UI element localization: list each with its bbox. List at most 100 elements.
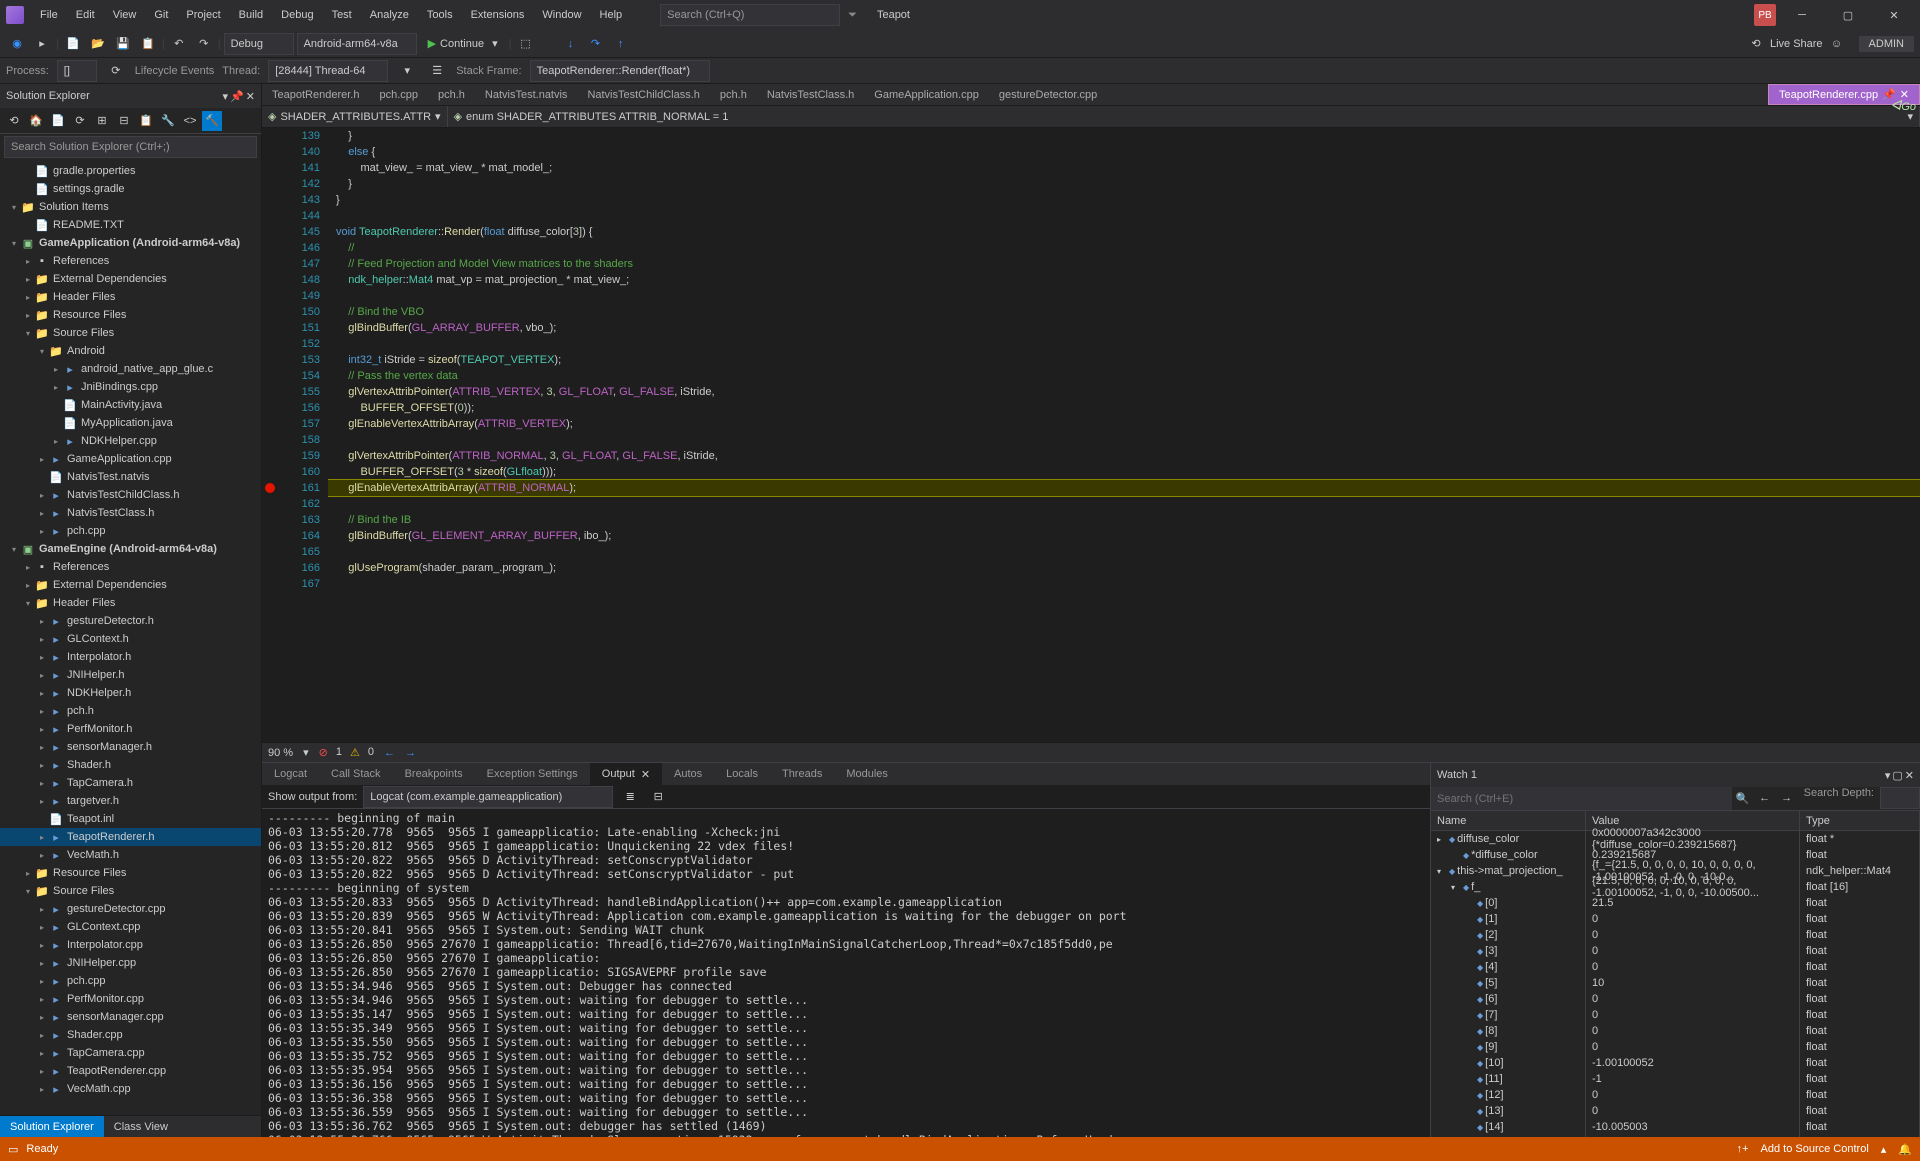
feedback-icon[interactable]: ☺ bbox=[1826, 33, 1848, 55]
se-show-icon[interactable]: 📋 bbox=[136, 111, 156, 131]
tree-item[interactable]: ▸▸NDKHelper.h bbox=[0, 684, 261, 702]
platform-dropdown[interactable]: Android-arm64-v8a bbox=[297, 33, 417, 55]
nav-prev-icon[interactable]: ← bbox=[384, 747, 395, 759]
panel-close-icon[interactable]: ✕ bbox=[246, 90, 255, 103]
user-avatar[interactable]: PB bbox=[1754, 4, 1776, 26]
tree-item[interactable]: ▸▸GLContext.cpp bbox=[0, 918, 261, 936]
se-sync-icon[interactable]: 📄 bbox=[48, 111, 68, 131]
se-preview-icon[interactable]: <> bbox=[180, 111, 200, 131]
tree-item[interactable]: ▸▸TeapotRenderer.cpp bbox=[0, 1062, 261, 1080]
new-icon[interactable]: 📄 bbox=[62, 33, 84, 55]
error-icon[interactable]: ⊘ bbox=[319, 746, 328, 759]
menu-git[interactable]: Git bbox=[146, 5, 176, 25]
watch-col-type[interactable]: Type bbox=[1800, 811, 1920, 830]
output-tab-output[interactable]: Output ✕ bbox=[590, 763, 662, 785]
watch-row[interactable]: ◆ [13]0float bbox=[1431, 1103, 1920, 1119]
bottom-tab-solution-explorer[interactable]: Solution Explorer bbox=[0, 1116, 104, 1137]
warning-icon[interactable]: ⚠ bbox=[350, 746, 360, 759]
watch-maximize-icon[interactable]: ▢ bbox=[1892, 769, 1902, 782]
watch-prev-icon[interactable]: ← bbox=[1754, 787, 1776, 809]
se-collapse-icon[interactable]: ⊟ bbox=[114, 111, 134, 131]
watch-row[interactable]: ◆ [3]0float bbox=[1431, 943, 1920, 959]
watch-row[interactable]: ◆ [14]-10.005003float bbox=[1431, 1119, 1920, 1135]
tree-item[interactable]: ▸▸sensorManager.cpp bbox=[0, 1008, 261, 1026]
watch-row[interactable]: ◆ [0]21.5float bbox=[1431, 895, 1920, 911]
tree-item[interactable]: ▸📁External Dependencies bbox=[0, 270, 261, 288]
menu-project[interactable]: Project bbox=[178, 5, 228, 25]
tree-item[interactable]: ▸▸TeapotRenderer.h bbox=[0, 828, 261, 846]
output-tab-call-stack[interactable]: Call Stack bbox=[319, 763, 393, 785]
output-tab-modules[interactable]: Modules bbox=[834, 763, 900, 785]
tree-item[interactable]: ▾▣GameEngine (Android-arm64-v8a) bbox=[0, 540, 261, 558]
doc-tab[interactable]: TeapotRenderer.h bbox=[262, 84, 369, 105]
tree-item[interactable]: ▸▸JniBindings.cpp bbox=[0, 378, 261, 396]
tree-item[interactable]: 📄MainActivity.java bbox=[0, 396, 261, 414]
bottom-tab-class-view[interactable]: Class View bbox=[104, 1116, 178, 1137]
tree-item[interactable]: ▸▸GameApplication.cpp bbox=[0, 450, 261, 468]
se-home-icon[interactable]: 🏠 bbox=[26, 111, 46, 131]
go-to-live-icon[interactable]: ᐊGo bbox=[1891, 97, 1916, 114]
watch-row[interactable]: ▾◆ f_{21.5, 0, 0, 0, 0, 10, 0, 0, 0, 0, … bbox=[1431, 879, 1920, 895]
tree-item[interactable]: ▸▪References bbox=[0, 558, 261, 576]
menu-view[interactable]: View bbox=[105, 5, 145, 25]
live-share-icon[interactable]: ⟲ bbox=[1745, 33, 1767, 55]
search-input[interactable]: Search (Ctrl+Q) bbox=[660, 4, 840, 26]
watch-row[interactable]: ◆ [12]0float bbox=[1431, 1087, 1920, 1103]
close-button[interactable]: ✕ bbox=[1874, 0, 1914, 30]
watch-row[interactable]: ◆ [5]10float bbox=[1431, 975, 1920, 991]
output-tab-logcat[interactable]: Logcat bbox=[262, 763, 319, 785]
tree-item[interactable]: ▸▸GLContext.h bbox=[0, 630, 261, 648]
doc-tab[interactable]: pch.h bbox=[428, 84, 475, 105]
watch-search-input[interactable] bbox=[1431, 787, 1732, 810]
tree-item[interactable]: ▸▸JNIHelper.h bbox=[0, 666, 261, 684]
save-all-icon[interactable]: 📋 bbox=[137, 33, 159, 55]
tree-item[interactable]: ▸▸targetver.h bbox=[0, 792, 261, 810]
watch-row[interactable]: ◆ [2]0float bbox=[1431, 927, 1920, 943]
redo-icon[interactable]: ↷ bbox=[193, 33, 215, 55]
source-control-icon[interactable]: ↑+ bbox=[1737, 1143, 1749, 1155]
watch-row[interactable]: ◆ [1]0float bbox=[1431, 911, 1920, 927]
menu-analyze[interactable]: Analyze bbox=[362, 5, 417, 25]
stack-icon[interactable]: ☰ bbox=[426, 60, 448, 82]
tree-item[interactable]: ▸▸pch.h bbox=[0, 702, 261, 720]
tree-item[interactable]: 📄NatvisTest.natvis bbox=[0, 468, 261, 486]
menu-build[interactable]: Build bbox=[231, 5, 271, 25]
add-source-control[interactable]: Add to Source Control bbox=[1761, 1143, 1869, 1155]
watch-row[interactable]: ◆ [9]0float bbox=[1431, 1039, 1920, 1055]
tree-item[interactable]: ▸▸TapCamera.h bbox=[0, 774, 261, 792]
watch-row[interactable]: ◆ [10]-1.00100052float bbox=[1431, 1055, 1920, 1071]
watch-search-icon[interactable]: 🔍 bbox=[1732, 787, 1754, 809]
undo-icon[interactable]: ↶ bbox=[168, 33, 190, 55]
doc-tab[interactable]: pch.cpp bbox=[369, 84, 428, 105]
doc-tab[interactable]: NatvisTestChildClass.h bbox=[577, 84, 709, 105]
tree-item[interactable]: ▸📁Resource Files bbox=[0, 306, 261, 324]
tree-item[interactable]: ▸▸NatvisTestChildClass.h bbox=[0, 486, 261, 504]
tree-item[interactable]: ▾📁Header Files bbox=[0, 594, 261, 612]
nav-back-icon[interactable]: ◉ bbox=[6, 33, 28, 55]
output-tab-exception-settings[interactable]: Exception Settings bbox=[475, 763, 590, 785]
nav-member-dropdown[interactable]: ◈enum SHADER_ATTRIBUTES ATTRIB_NORMAL = … bbox=[448, 106, 1920, 127]
thread-prev-icon[interactable]: ▾ bbox=[396, 60, 418, 82]
nav-next-icon[interactable]: → bbox=[405, 747, 416, 759]
se-filter-icon[interactable]: ⊞ bbox=[92, 111, 112, 131]
panel-options-icon[interactable]: ▾ bbox=[223, 90, 229, 103]
breakpoint-icon[interactable] bbox=[265, 483, 275, 493]
tree-item[interactable]: 📄gradle.properties bbox=[0, 162, 261, 180]
continue-button[interactable]: ▶Continue▾ bbox=[420, 33, 506, 55]
tree-item[interactable]: 📄README.TXT bbox=[0, 216, 261, 234]
tree-item[interactable]: ▸▸android_native_app_glue.c bbox=[0, 360, 261, 378]
toolbar-icon[interactable]: ⬚ bbox=[514, 33, 536, 55]
pin-icon[interactable]: 📌 bbox=[230, 90, 244, 103]
search-dropdown-icon[interactable]: ⏷ bbox=[848, 9, 857, 22]
watch-options-icon[interactable]: ▾ bbox=[1885, 769, 1891, 782]
save-icon[interactable]: 💾 bbox=[112, 33, 134, 55]
watch-next-icon[interactable]: → bbox=[1776, 787, 1798, 809]
tree-item[interactable]: ▸▸pch.cpp bbox=[0, 522, 261, 540]
tree-item[interactable]: ▾📁Source Files bbox=[0, 324, 261, 342]
tree-item[interactable]: ▸▸VecMath.h bbox=[0, 846, 261, 864]
thread-dropdown[interactable]: [28444] Thread-64 bbox=[268, 60, 388, 82]
tree-item[interactable]: ▸▸Interpolator.h bbox=[0, 648, 261, 666]
tree-item[interactable]: ▸▸sensorManager.h bbox=[0, 738, 261, 756]
tree-item[interactable]: ▸▸Shader.h bbox=[0, 756, 261, 774]
watch-row[interactable]: ◆ [7]0float bbox=[1431, 1007, 1920, 1023]
